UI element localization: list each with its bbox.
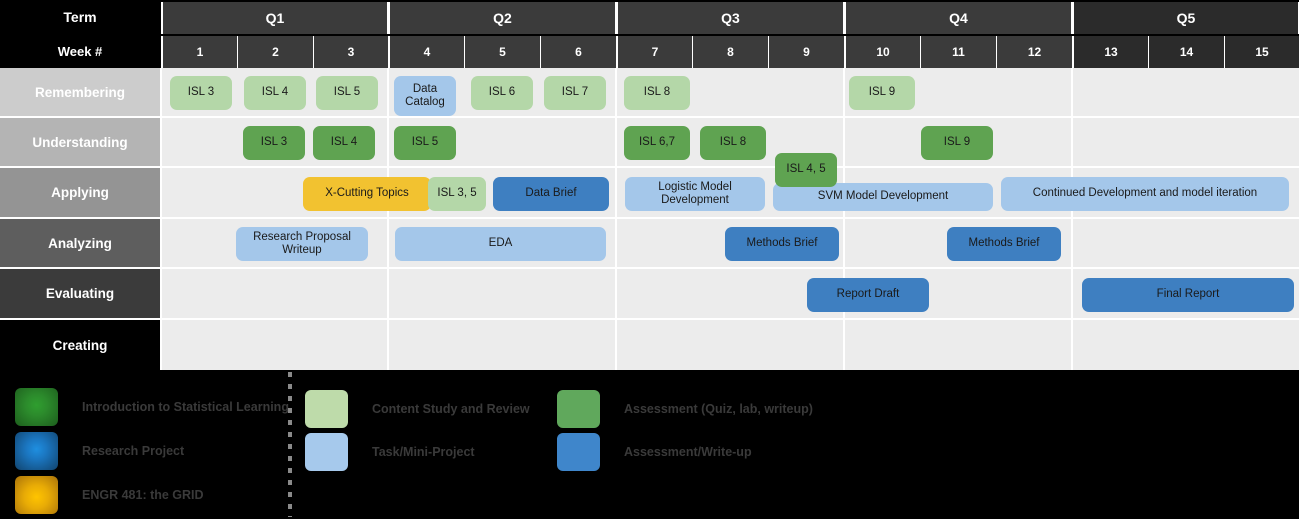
row-label-applying[interactable]: Applying (0, 168, 160, 219)
task-chip[interactable]: ISL 7 (544, 76, 606, 110)
grid-divider-q3-q4 (843, 68, 845, 370)
week-header-15[interactable]: 15 (1224, 36, 1299, 68)
week-header-11[interactable]: 11 (920, 36, 996, 68)
legend-label-research-project: Research Project (82, 444, 185, 458)
grid-divider-q2-q3 (615, 68, 617, 370)
task-chip[interactable]: ISL 8 (624, 76, 690, 110)
grid-divider-q4-q5 (1071, 68, 1073, 370)
legend-swatch-research-project (15, 432, 58, 470)
task-chip[interactable]: ISL 9 (849, 76, 915, 110)
legend-swatch-engr481-grid (15, 476, 58, 514)
task-chip[interactable]: Report Draft (807, 278, 929, 312)
task-chip[interactable]: ISL 3 (170, 76, 232, 110)
legend-swatch-intro-statistical-learning (15, 388, 58, 426)
task-chip[interactable]: Methods Brief (725, 227, 839, 261)
legend-swatch-assessment (557, 390, 600, 428)
legend-label-task-mini-project: Task/Mini-Project (372, 445, 475, 459)
week-header-4[interactable]: 4 (388, 36, 464, 68)
legend-label-assessment-writeup: Assessment/Write-up (624, 445, 752, 459)
task-chip[interactable]: ISL 5 (394, 126, 456, 160)
quarter-header-q2[interactable]: Q2 (388, 2, 616, 34)
task-chip[interactable]: EDA (395, 227, 606, 261)
course-roadmap-gantt: Term Week # Q1 Q2 Q3 Q4 Q5 1 2 3 4 5 6 7… (0, 0, 1299, 519)
task-chip[interactable]: ISL 4, 5 (775, 153, 837, 187)
grid-divider-term (160, 68, 162, 370)
row-band-creating (160, 320, 1299, 370)
quarter-header-q5[interactable]: Q5 (1072, 2, 1299, 34)
week-header-1[interactable]: 1 (161, 36, 237, 68)
row-label-analyzing[interactable]: Analyzing (0, 219, 160, 269)
legend-swatch-content-study (305, 390, 348, 428)
task-chip[interactable]: ISL 4 (244, 76, 306, 110)
roadmap-grid: Remembering Understanding Applying Analy… (0, 68, 1299, 370)
legend-divider (288, 372, 292, 517)
task-chip[interactable]: ISL 3, 5 (428, 177, 486, 211)
week-header-label: Week # (0, 34, 160, 68)
task-chip[interactable]: ISL 5 (316, 76, 378, 110)
row-label-understanding[interactable]: Understanding (0, 118, 160, 168)
task-chip[interactable]: ISL 4 (313, 126, 375, 160)
timeline-header: Term Week # Q1 Q2 Q3 Q4 Q5 1 2 3 4 5 6 7… (0, 0, 1299, 68)
task-chip[interactable]: ISL 3 (243, 126, 305, 160)
week-header-8[interactable]: 8 (692, 36, 768, 68)
row-label-evaluating[interactable]: Evaluating (0, 269, 160, 320)
task-chip[interactable]: Final Report (1082, 278, 1294, 312)
week-header-13[interactable]: 13 (1072, 36, 1148, 68)
task-chip[interactable]: X-Cutting Topics (303, 177, 431, 211)
week-header-5[interactable]: 5 (464, 36, 540, 68)
task-chip[interactable]: Research Proposal Writeup (236, 227, 368, 261)
legend-swatch-assessment-writeup (557, 433, 600, 471)
task-chip[interactable]: ISL 6,7 (624, 126, 690, 160)
legend-label-intro-statistical-learning: Introduction to Statistical Learning (82, 400, 289, 414)
legend-swatch-task-mini-project (305, 433, 348, 471)
task-chip[interactable]: SVM Model Development (773, 183, 993, 211)
week-header-6[interactable]: 6 (540, 36, 616, 68)
row-label-creating[interactable]: Creating (0, 320, 160, 370)
legend-label-engr481-grid: ENGR 481: the GRID (82, 488, 204, 502)
week-header-14[interactable]: 14 (1148, 36, 1224, 68)
task-chip[interactable]: ISL 8 (700, 126, 766, 160)
week-header-2[interactable]: 2 (237, 36, 313, 68)
task-chip[interactable]: ISL 9 (921, 126, 993, 160)
task-chip[interactable]: Methods Brief (947, 227, 1061, 261)
task-chip[interactable]: Continued Development and model iteratio… (1001, 177, 1289, 211)
task-chip[interactable]: Logistic Model Development (625, 177, 765, 211)
week-header-12[interactable]: 12 (996, 36, 1072, 68)
week-header-7[interactable]: 7 (616, 36, 692, 68)
task-chip[interactable]: Data Brief (493, 177, 609, 211)
grid-divider-q1-q2 (387, 68, 389, 370)
task-chip[interactable]: ISL 6 (471, 76, 533, 110)
legend-label-assessment: Assessment (Quiz, lab, writeup) (624, 402, 813, 416)
quarter-header-q1[interactable]: Q1 (161, 2, 388, 34)
legend: Introduction to Statistical Learning Res… (0, 370, 1299, 519)
legend-label-content-study: Content Study and Review (372, 402, 530, 416)
term-header-label: Term (0, 0, 160, 34)
quarter-header-q4[interactable]: Q4 (844, 2, 1072, 34)
week-header-3[interactable]: 3 (313, 36, 388, 68)
quarter-header-q3[interactable]: Q3 (616, 2, 844, 34)
row-label-remembering[interactable]: Remembering (0, 68, 160, 118)
week-header-9[interactable]: 9 (768, 36, 844, 68)
task-chip[interactable]: Data Catalog (394, 76, 456, 116)
week-header-10[interactable]: 10 (844, 36, 920, 68)
